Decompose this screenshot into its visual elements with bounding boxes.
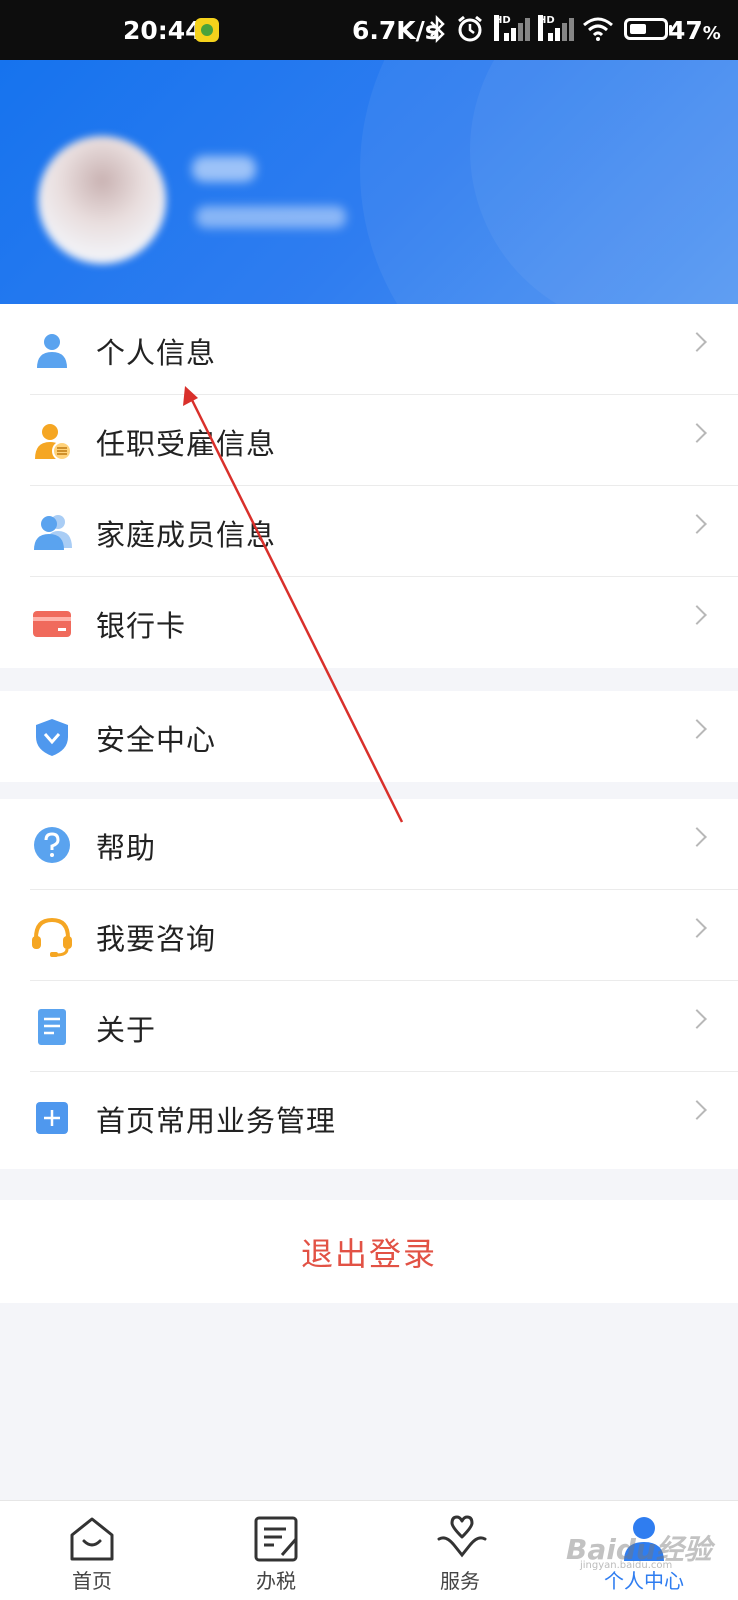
menu-item-label: 任职受雇信息	[96, 427, 277, 461]
bank-card-icon	[33, 611, 71, 637]
user-name-blurred	[192, 156, 256, 182]
user-phone-blurred	[196, 206, 346, 228]
home-icon	[70, 1517, 114, 1561]
plus-icon	[36, 1102, 68, 1134]
chevron-right-icon	[687, 719, 707, 739]
menu-item-personal-info[interactable]: 个人信息	[0, 304, 738, 395]
status-bar: 20:44 6.7K/s HD HD 47%	[0, 0, 738, 60]
menu-item-label: 个人信息	[96, 336, 217, 370]
watermark-url: jingyan.baidu.com	[580, 1560, 673, 1571]
chevron-right-icon	[687, 827, 707, 847]
tab-label: 服务	[440, 1569, 480, 1593]
headset-icon	[32, 917, 72, 957]
menu-item-help[interactable]: 帮助	[0, 799, 738, 890]
tab-label: 首页	[72, 1569, 112, 1593]
signal-icon: HD	[538, 15, 574, 43]
chevron-right-icon	[687, 1100, 707, 1120]
status-time: 20:44	[123, 16, 203, 45]
app-notification-icon	[195, 18, 219, 42]
menu-group-support: 帮助 我要咨询 关于 首页常用业务管理	[0, 799, 738, 1169]
wifi-icon	[583, 17, 613, 41]
help-icon	[34, 827, 70, 863]
menu-item-security-center[interactable]: 安全中心	[0, 691, 738, 782]
menu-item-consult[interactable]: 我要咨询	[0, 890, 738, 981]
service-icon	[437, 1515, 487, 1558]
shield-icon	[36, 719, 68, 756]
bluetooth-icon	[430, 14, 445, 44]
avatar[interactable]	[38, 136, 166, 264]
tax-icon	[254, 1516, 298, 1562]
menu-item-family-info[interactable]: 家庭成员信息	[0, 486, 738, 577]
status-icons: HD HD	[428, 14, 672, 44]
alarm-icon	[458, 15, 482, 42]
menu-item-employment-info[interactable]: 任职受雇信息	[0, 395, 738, 486]
menu-item-label: 关于	[96, 1013, 157, 1047]
menu-item-label: 帮助	[96, 831, 157, 865]
menu-item-label: 首页常用业务管理	[96, 1104, 337, 1138]
battery-icon	[624, 18, 672, 40]
tab-label: 办税	[256, 1569, 296, 1593]
menu-item-label: 安全中心	[96, 723, 217, 757]
profile-header[interactable]	[0, 60, 738, 304]
tab-service[interactable]: 服务	[405, 1501, 515, 1600]
menu-item-homepage-services[interactable]: 首页常用业务管理	[0, 1072, 738, 1163]
signal-icon: HD	[494, 15, 530, 43]
tab-tax[interactable]: 办税	[221, 1501, 331, 1600]
menu-item-bank-card[interactable]: 银行卡	[0, 577, 738, 668]
logout-button[interactable]: 退出登录	[0, 1200, 738, 1303]
menu-item-label: 家庭成员信息	[96, 518, 277, 552]
chevron-right-icon	[687, 918, 707, 938]
family-icon	[34, 515, 72, 550]
document-icon	[38, 1009, 66, 1045]
chevron-right-icon	[687, 605, 707, 625]
menu-item-label: 我要咨询	[96, 922, 217, 956]
chevron-right-icon	[687, 1009, 707, 1029]
menu-group-personal: 个人信息 任职受雇信息 家庭成员信息 银行卡	[0, 304, 738, 668]
logout-label: 退出登录	[300, 1234, 437, 1273]
chevron-right-icon	[687, 332, 707, 352]
network-speed: 6.7K/s	[352, 16, 440, 45]
battery-percent: 47%	[668, 16, 721, 45]
employment-icon	[35, 424, 72, 461]
person-icon	[37, 334, 67, 368]
menu-item-label: 银行卡	[96, 609, 187, 643]
menu-group-security: 安全中心	[0, 691, 738, 782]
chevron-right-icon	[687, 423, 707, 443]
menu-item-about[interactable]: 关于	[0, 981, 738, 1072]
chevron-right-icon	[687, 514, 707, 534]
tab-home[interactable]: 首页	[37, 1501, 147, 1600]
